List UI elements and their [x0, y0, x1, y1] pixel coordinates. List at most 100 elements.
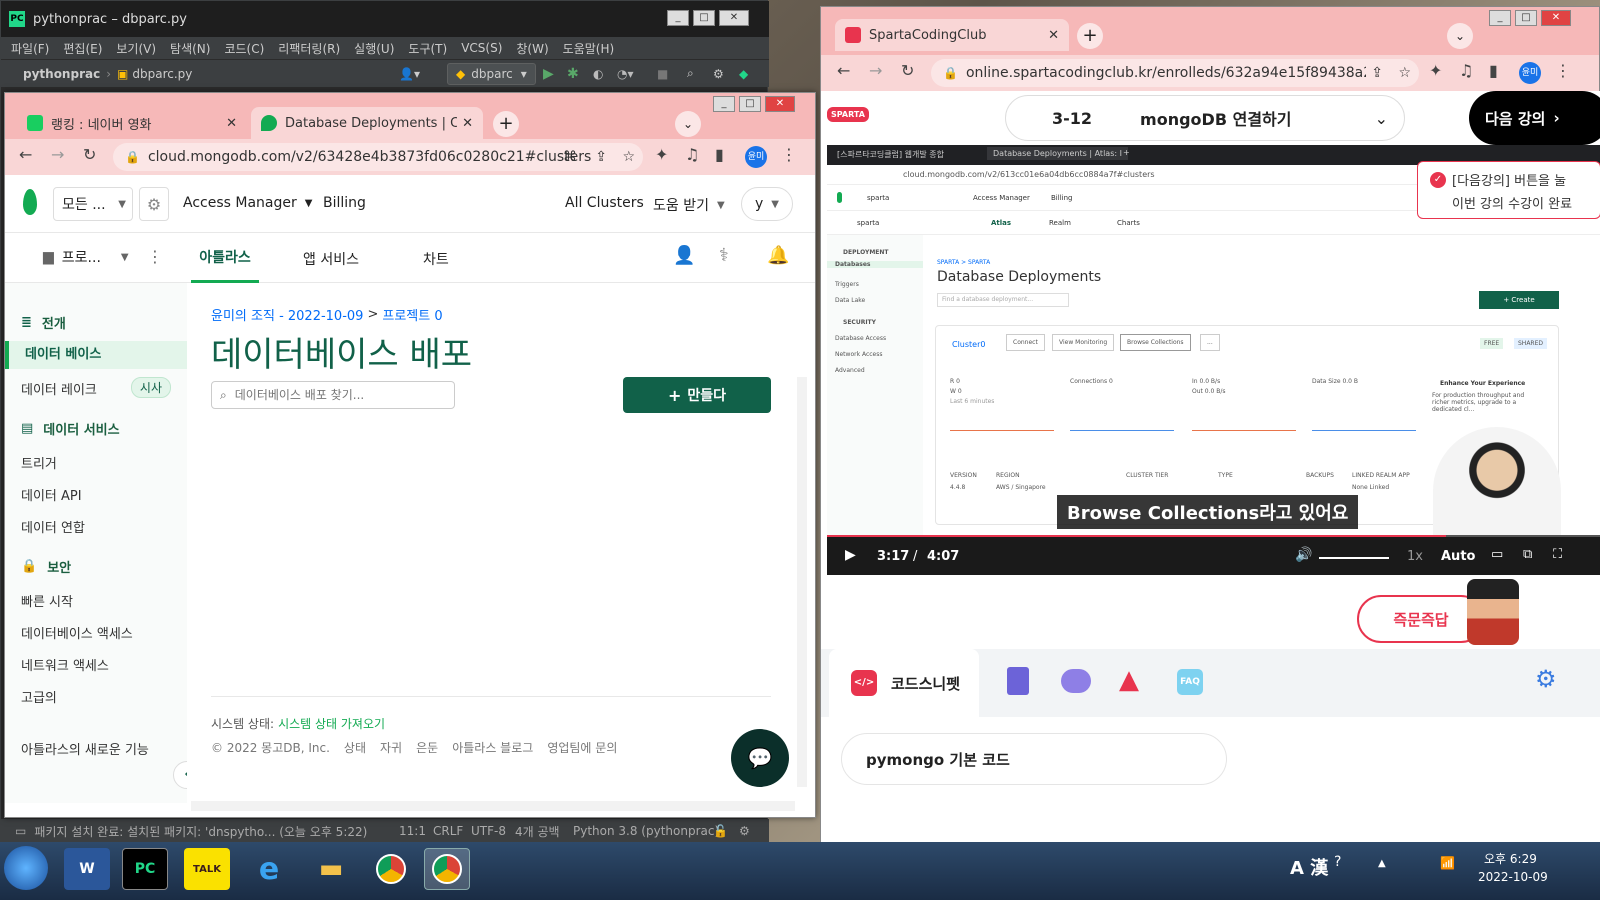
gear-icon[interactable]: ⚙: [713, 67, 724, 81]
close-icon[interactable]: ✕: [765, 96, 795, 112]
extensions-icon[interactable]: ✦: [655, 145, 668, 164]
project-more-icon[interactable]: ⋮: [147, 247, 163, 266]
warning-icon[interactable]: ▲: [1119, 665, 1139, 695]
interpreter[interactable]: Python 3.8 (pythonprac): [573, 824, 719, 838]
chat-support-button[interactable]: 💬: [731, 729, 789, 787]
pycharm-icon[interactable]: PC: [122, 848, 168, 890]
word-icon[interactable]: W: [64, 848, 110, 890]
user-icon[interactable]: 👤▾: [399, 67, 420, 81]
network-icon[interactable]: 📶: [1440, 856, 1455, 870]
volume-slider[interactable]: [1319, 557, 1389, 559]
sidebar-item-data-api[interactable]: 데이터 API: [21, 485, 82, 504]
close-icon[interactable]: ✕: [1048, 28, 1059, 43]
chat-bubble-icon[interactable]: [1061, 669, 1091, 693]
sidebar-item-advanced[interactable]: 고급의: [21, 687, 57, 706]
minimize-icon[interactable]: _: [667, 10, 689, 26]
new-tab-button[interactable]: +: [1077, 23, 1103, 49]
address-bar[interactable]: 🔒 online.spartacodingclub.kr/enrolleds/6…: [931, 59, 1419, 87]
sparta-logo[interactable]: SPARTA: [827, 107, 869, 122]
internet-explorer-icon[interactable]: e: [246, 848, 292, 890]
access-manager-menu[interactable]: Access Manager ▼: [183, 195, 312, 211]
menu-help[interactable]: 도움말(H): [563, 40, 615, 57]
share-icon[interactable]: ⇪: [595, 149, 607, 165]
pip-icon[interactable]: ⧉: [1523, 547, 1532, 562]
footer-link-terms[interactable]: 자귀: [380, 739, 402, 756]
breadcrumb-project[interactable]: 프로젝트 0: [382, 305, 442, 324]
maximize-icon[interactable]: □: [1515, 10, 1537, 26]
ime-indicator[interactable]: A 漢: [1290, 854, 1328, 880]
org-settings-button[interactable]: ⚙: [139, 187, 169, 221]
tab-charts[interactable]: 차트: [423, 249, 449, 269]
help-icon[interactable]: ?: [1334, 854, 1341, 870]
gear-icon[interactable]: ⚙: [1535, 665, 1557, 693]
coverage-icon[interactable]: ◐: [593, 67, 603, 81]
user-menu[interactable]: y ▼: [741, 187, 793, 221]
menu-file[interactable]: 파일(F): [11, 40, 49, 57]
status-message[interactable]: 패키지 설치 완료: 설치된 패키지: 'dnspytho... (오늘 오후 …: [34, 823, 367, 840]
project-breadcrumb[interactable]: pythonprac: [23, 67, 100, 81]
kebab-menu-icon[interactable]: ⋮: [1555, 61, 1571, 80]
file-encoding[interactable]: UTF-8: [471, 824, 506, 838]
bookmark-star-icon[interactable]: ☆: [1398, 65, 1411, 81]
tab-sparta[interactable]: SpartaCodingClub ✕: [835, 19, 1069, 51]
menu-window[interactable]: 창(W): [516, 40, 548, 57]
settings-icon[interactable]: ⚙: [739, 824, 750, 838]
bell-icon[interactable]: 🔔: [767, 245, 789, 266]
quality-button[interactable]: Auto: [1441, 549, 1475, 564]
volume-icon[interactable]: 🔊: [1295, 547, 1312, 563]
media-icon[interactable]: ♫: [685, 145, 699, 164]
project-select[interactable]: ▆ 프로... ▼: [43, 247, 129, 267]
org-select[interactable]: 모든 ... ▼: [53, 187, 133, 221]
profile-avatar[interactable]: 윤미: [745, 146, 767, 168]
menu-code[interactable]: 코드(C): [224, 40, 264, 57]
minimize-icon[interactable]: _: [1489, 10, 1511, 26]
sidebar-item-whats-new[interactable]: 아틀라스의 새로운 기능: [21, 739, 149, 758]
reload-icon[interactable]: ↻: [901, 61, 914, 80]
menu-tools[interactable]: 도구(T): [408, 40, 447, 57]
tab-search-button[interactable]: ⌄: [1447, 23, 1473, 49]
close-icon[interactable]: ✕: [226, 116, 237, 131]
forward-icon[interactable]: →: [869, 61, 882, 80]
profile-icon[interactable]: ◔▾: [617, 67, 634, 81]
forward-icon[interactable]: →: [51, 145, 64, 164]
fullscreen-icon[interactable]: ⛶: [1553, 547, 1562, 562]
speed-button[interactable]: 1x: [1407, 549, 1423, 564]
file-explorer-icon[interactable]: ▬: [308, 848, 354, 890]
tab-search-button[interactable]: ⌄: [675, 111, 701, 137]
minimize-icon[interactable]: _: [713, 96, 735, 112]
quick-answer-button[interactable]: 즉문즉답: [1357, 595, 1485, 643]
chrome-icon-active[interactable]: [424, 848, 470, 890]
new-tab-button[interactable]: +: [493, 111, 519, 137]
profile-avatar[interactable]: 윤미: [1519, 62, 1541, 84]
debug-icon[interactable]: ✱: [567, 66, 579, 82]
tab-atlas[interactable]: 아틀라스: [191, 233, 259, 283]
vertical-scrollbar[interactable]: [797, 377, 807, 787]
back-icon[interactable]: ←: [837, 61, 850, 80]
horizontal-scrollbar[interactable]: [191, 801, 795, 811]
sidebar-item-network-access[interactable]: 네트워크 액세스: [21, 655, 109, 674]
media-icon[interactable]: ♫: [1459, 61, 1473, 80]
share-icon[interactable]: ⇪: [1371, 65, 1383, 81]
clock-time[interactable]: 오후 6:29: [1484, 850, 1537, 867]
tab-naver-movie[interactable]: 랭킹 : 네이버 영화 ✕: [17, 107, 247, 139]
tab-database-deployments[interactable]: Database Deployments | Cloud ✕: [251, 107, 483, 139]
video-player[interactable]: [스파르타코딩클럽] 웹개발 종합 Database Deployments |…: [827, 145, 1600, 575]
billing-link[interactable]: Billing: [323, 195, 366, 211]
play-icon[interactable]: ▶: [845, 547, 856, 563]
file-breadcrumb[interactable]: dbparc.py: [132, 67, 192, 81]
stop-icon[interactable]: ■: [657, 67, 668, 81]
cursor-position[interactable]: 11:1: [399, 824, 426, 838]
sidebar-item-database-access[interactable]: 데이터베이스 액세스: [21, 623, 133, 642]
faq-icon[interactable]: FAQ: [1177, 669, 1203, 695]
jetbrains-icon[interactable]: ◆: [739, 67, 748, 81]
footer-link-blog[interactable]: 아틀라스 블로그: [452, 739, 533, 756]
footer-link-contact-sales[interactable]: 영업팀에 문의: [547, 739, 617, 756]
invite-user-icon[interactable]: 👤: [673, 245, 695, 266]
tray-arrow-icon[interactable]: ▲: [1378, 858, 1386, 869]
sidebar-item-quickstart[interactable]: 빠른 시작: [21, 591, 73, 610]
menu-edit[interactable]: 편집(E): [63, 40, 102, 57]
reload-icon[interactable]: ↻: [83, 145, 96, 164]
tab-app-services[interactable]: 앱 서비스: [303, 249, 359, 269]
sidebar-item-triggers[interactable]: 트리거: [21, 453, 57, 472]
sidepanel-icon[interactable]: ▮: [715, 145, 724, 164]
